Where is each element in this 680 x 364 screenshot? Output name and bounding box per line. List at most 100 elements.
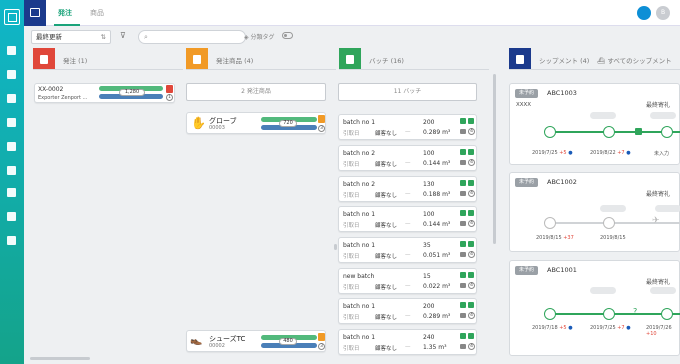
top-bar: 発注 商品 B bbox=[24, 0, 680, 26]
product-card[interactable]: 👞 シューズTC 00002 480 3 bbox=[186, 330, 326, 352]
timeline-node[interactable] bbox=[544, 217, 556, 229]
people-icon bbox=[460, 344, 466, 349]
order-card[interactable]: XX-0002 Exporter Zenport ... 1,280 1 bbox=[34, 83, 175, 103]
batch-icon[interactable] bbox=[7, 118, 16, 127]
sort-direction-icon[interactable]: ⇅ bbox=[101, 31, 106, 43]
product-icon[interactable] bbox=[7, 94, 16, 103]
shipment-date: 2019/7/25 +5 ● bbox=[532, 150, 573, 156]
customer-label: 顧客なし bbox=[375, 346, 398, 352]
batch-name: batch no 1 bbox=[343, 211, 376, 218]
plane-icon: ✈ bbox=[652, 216, 660, 226]
port-icon bbox=[635, 128, 642, 135]
batch-volume: 0.144 m³ bbox=[423, 221, 451, 228]
product-count-badge: 3 bbox=[318, 125, 325, 132]
pickup-label: 引取日 bbox=[343, 223, 360, 229]
column-shipments: シップメント (4) ⛴ すべてのシップメント bbox=[509, 48, 680, 70]
batch-card[interactable]: batch no 1 引取日 顧客なし — 200 0.289 m³ 4 bbox=[338, 298, 477, 324]
scroll-thumb[interactable] bbox=[334, 244, 337, 250]
timeline-node[interactable] bbox=[603, 308, 615, 320]
tab-orders[interactable]: 発注 bbox=[58, 8, 72, 18]
batches-button[interactable]: 11 バッチ bbox=[338, 83, 477, 101]
product-card[interactable]: ✋ グローブ 00003 720 3 bbox=[186, 112, 326, 134]
people-icon bbox=[460, 129, 466, 134]
divider bbox=[339, 69, 489, 70]
separator: — bbox=[405, 344, 411, 350]
timeline-node[interactable] bbox=[603, 217, 615, 229]
batch-icon bbox=[339, 48, 361, 70]
timeline-node[interactable] bbox=[661, 308, 673, 320]
tag-filter-toggle[interactable] bbox=[282, 32, 293, 39]
tab-products[interactable]: 商品 bbox=[90, 8, 104, 18]
all-shipments-toggle[interactable]: ⛴ すべてのシップメント bbox=[597, 55, 672, 65]
timeline-node[interactable] bbox=[544, 308, 556, 320]
batch-card[interactable]: batch no 2 引取日 顧客なし — 130 0.188 m³ 4 bbox=[338, 176, 477, 202]
tag-icon[interactable] bbox=[7, 236, 16, 245]
separator: — bbox=[405, 221, 411, 227]
timeline-node[interactable] bbox=[661, 126, 673, 138]
batch-count-badge: 4 bbox=[468, 312, 475, 319]
timeline-node[interactable] bbox=[603, 126, 615, 138]
people-icon bbox=[460, 252, 466, 257]
batch-card[interactable]: batch no 1 引取日 顧客なし — 200 0.289 m³ 4 bbox=[338, 114, 477, 140]
status-badge: 未予約 bbox=[515, 89, 539, 98]
filter-icon[interactable]: ⊽ bbox=[120, 31, 126, 40]
order-id: XX-0002 bbox=[38, 86, 64, 93]
shoe-image: 👞 bbox=[190, 335, 203, 346]
batch-volume: 0.022 m³ bbox=[423, 283, 451, 290]
ship-icon[interactable] bbox=[7, 142, 16, 151]
batch-status-icon bbox=[460, 272, 466, 278]
placeholder-bar bbox=[650, 112, 676, 119]
batch-count-badge: 4 bbox=[468, 220, 475, 227]
warehouse-icon[interactable] bbox=[7, 166, 16, 175]
order-icon bbox=[33, 48, 55, 70]
order-items-button[interactable]: 2 発注商品 bbox=[186, 83, 326, 101]
filter-bar: 最終更新 ⇅ ⊽ ⌕ ◈ 分類タグ bbox=[24, 26, 680, 48]
pickup-label: 引取日 bbox=[343, 315, 360, 321]
logo-icon[interactable] bbox=[4, 9, 20, 25]
shipment-card[interactable]: 未予約 ABC1001 最終寄礼 ? 2019/7/18 +5 ● 2019/7… bbox=[509, 260, 680, 356]
batch-scrollbar[interactable] bbox=[493, 74, 496, 244]
avatar[interactable]: B bbox=[656, 6, 670, 20]
search-input[interactable]: ⌕ bbox=[138, 30, 246, 44]
column-batches: バッチ (16) bbox=[339, 48, 489, 70]
glove-image: ✋ bbox=[191, 116, 206, 130]
status-badge: 未予約 bbox=[515, 178, 539, 187]
batch-count-badge: 4 bbox=[468, 282, 475, 289]
people-icon bbox=[460, 191, 466, 196]
batch-quantity: 35 bbox=[423, 242, 431, 249]
horizontal-scrollbar[interactable] bbox=[30, 357, 90, 360]
notification-bell-icon[interactable] bbox=[637, 6, 651, 20]
batch-card[interactable]: batch no 2 引取日 顧客なし — 100 0.144 m³ 4 bbox=[338, 145, 477, 171]
unknown-icon: ? bbox=[633, 307, 638, 316]
map-button[interactable] bbox=[24, 0, 46, 26]
all-shipments-label: すべてのシップメント bbox=[607, 57, 672, 65]
batch-card[interactable]: new batch 引取日 顧客なし — 15 0.022 m³ 4 bbox=[338, 268, 477, 294]
batch-status-icon bbox=[460, 149, 466, 155]
document-icon[interactable] bbox=[7, 188, 16, 197]
batch-card[interactable]: batch no 1 引取日 顧客なし — 100 0.144 m³ 4 bbox=[338, 206, 477, 232]
separator: — bbox=[405, 129, 411, 135]
sort-select[interactable]: 最終更新 ⇅ bbox=[31, 30, 111, 44]
customer-label: 顧客なし bbox=[375, 131, 398, 137]
file-icon[interactable] bbox=[7, 212, 16, 221]
shipment-card[interactable]: 未予約 ABC1002 最終寄礼 ✈ 2019/8/15 +37 2019/8/… bbox=[509, 172, 680, 252]
divider bbox=[33, 69, 183, 70]
batch-card[interactable]: batch no 1 引取日 顧客なし — 35 0.051 m³ 4 bbox=[338, 237, 477, 263]
sort-value: 最終更新 bbox=[36, 33, 62, 41]
batch-quantity: 15 bbox=[423, 273, 431, 280]
search-icon: ⌕ bbox=[144, 33, 148, 41]
batch-name: batch no 2 bbox=[343, 181, 376, 188]
timeline-node[interactable] bbox=[544, 126, 556, 138]
customer-label: 顧客なし bbox=[375, 162, 398, 168]
batch-status-icon bbox=[460, 302, 466, 308]
order-icon[interactable] bbox=[7, 70, 16, 79]
people-icon bbox=[460, 221, 466, 226]
pickup-label: 引取日 bbox=[343, 193, 360, 199]
column-batches-label: バッチ (16) bbox=[369, 57, 404, 65]
batch-card[interactable]: batch no 1 引取日 顧客なし — 240 1.35 m³ 4 bbox=[338, 329, 477, 355]
shipment-date: 2019/7/26 +10 bbox=[646, 325, 672, 337]
placeholder-bar bbox=[590, 112, 616, 119]
batch-status-icon bbox=[460, 118, 466, 124]
map-icon[interactable] bbox=[7, 46, 16, 55]
shipment-card[interactable]: 未予約 ABC1003 XXXX 最終寄礼 2019/7/25 +5 ● 201… bbox=[509, 83, 680, 165]
